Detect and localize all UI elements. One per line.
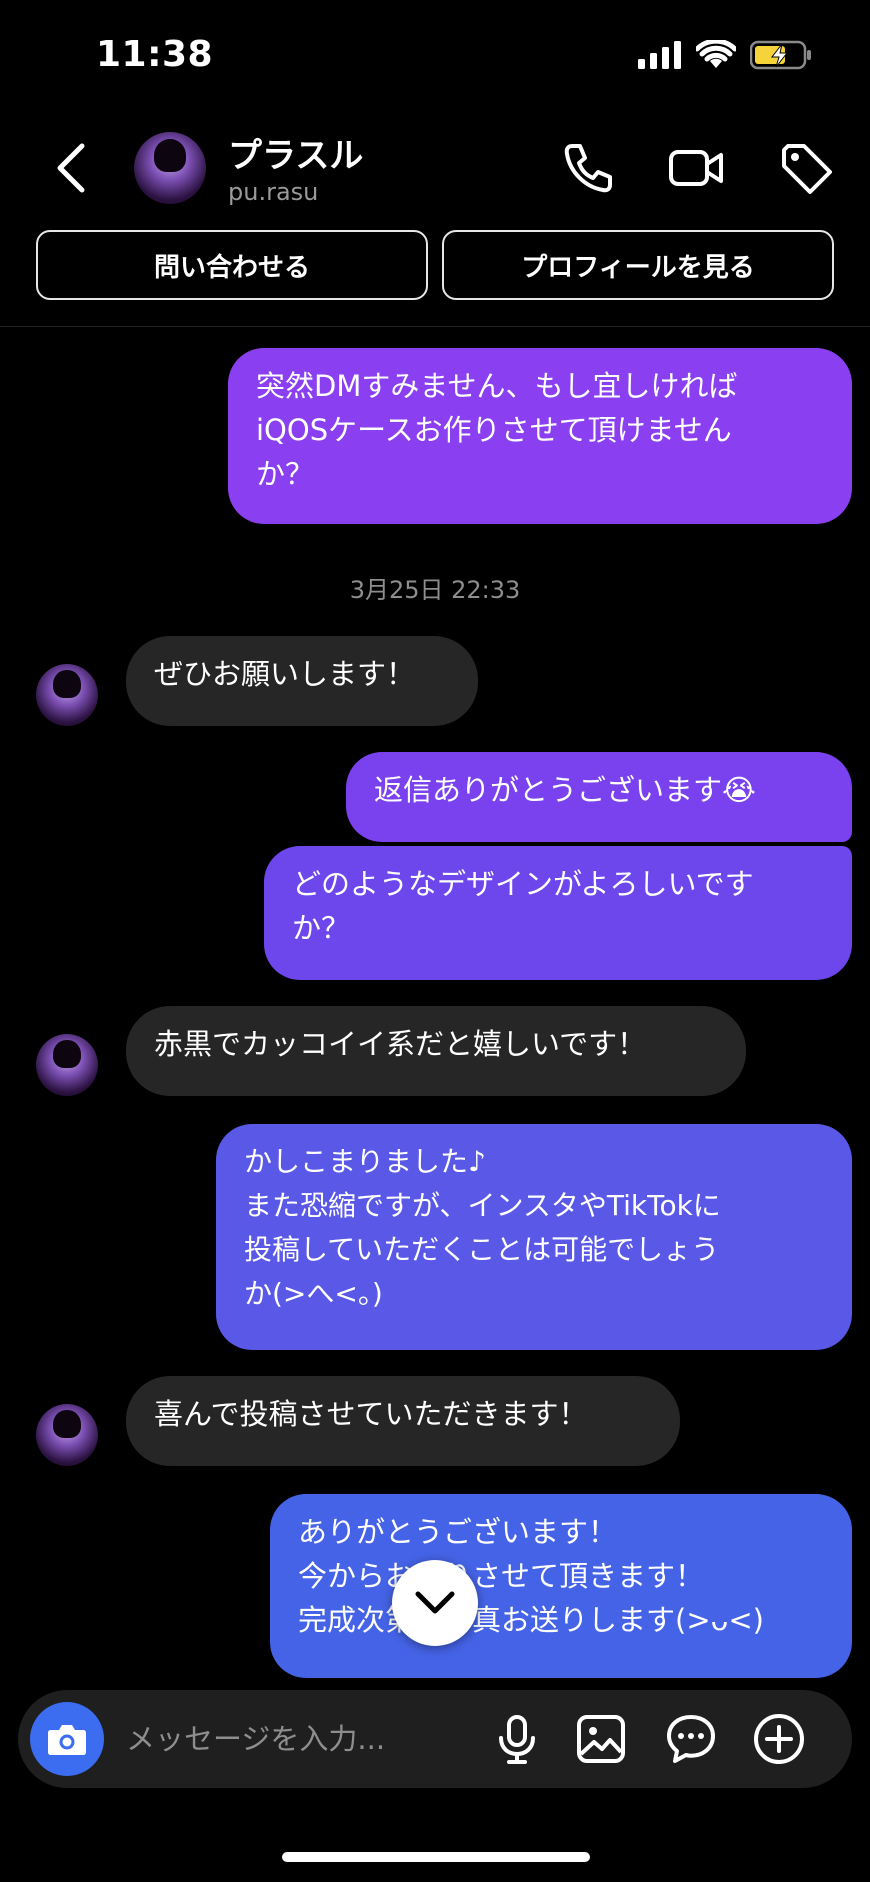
tag-icon[interactable] [778, 140, 834, 196]
back-icon[interactable] [50, 140, 94, 196]
sent-message[interactable]: ありがとうございます！ 今からお作りさせて頂きます！ 完成次第お写真お送りします… [270, 1494, 852, 1678]
message-input[interactable] [126, 1716, 426, 1762]
camera-icon [48, 1725, 86, 1755]
phone-icon[interactable] [560, 140, 616, 196]
gallery-icon[interactable] [574, 1712, 628, 1766]
signal-icon [638, 41, 681, 69]
sent-message[interactable]: 返信ありがとうございます😭 [346, 752, 852, 842]
view-profile-button[interactable]: プロフィールを見る [442, 230, 834, 300]
received-message[interactable]: ぜひお願いします！ [126, 636, 478, 726]
sent-message[interactable]: かしこまりました♪ また恐縮ですが、インスタやTikTokに 投稿していただくこ… [216, 1124, 852, 1350]
sent-message[interactable]: 突然DMすみません、もし宜しければ iQOSケースお作りさせて頂けません か？ [228, 348, 852, 524]
received-message[interactable]: 赤黒でカッコイイ系だと嬉しいです！ [126, 1006, 746, 1096]
video-call-icon[interactable] [668, 140, 724, 196]
header-avatar[interactable] [134, 132, 206, 204]
contact-username[interactable]: pu.rasu [228, 178, 318, 206]
chevron-down-icon [415, 1591, 455, 1614]
header-divider [0, 326, 870, 327]
status-icons [638, 40, 812, 70]
wifi-icon [696, 40, 736, 68]
sender-avatar[interactable] [36, 1404, 98, 1466]
contact-button[interactable]: 問い合わせる [36, 230, 428, 300]
status-time: 11:38 [96, 34, 214, 75]
camera-button[interactable] [30, 1702, 104, 1776]
scroll-to-bottom-button[interactable] [392, 1560, 478, 1646]
microphone-icon[interactable] [490, 1712, 544, 1766]
battery-charging-icon [750, 40, 811, 70]
home-indicator [282, 1852, 590, 1862]
sender-avatar[interactable] [36, 664, 98, 726]
received-message[interactable]: 喜んで投稿させていただきます！ [126, 1376, 680, 1466]
date-separator: 3月25日 22:33 [349, 576, 521, 604]
add-icon[interactable] [752, 1712, 806, 1766]
contact-name[interactable]: プラスル [228, 128, 363, 177]
message-composer [18, 1690, 852, 1788]
sender-avatar[interactable] [36, 1034, 98, 1096]
sent-message[interactable]: どのようなデザインがよろしいです か？ [264, 846, 852, 980]
sticker-chat-icon[interactable] [664, 1712, 718, 1766]
